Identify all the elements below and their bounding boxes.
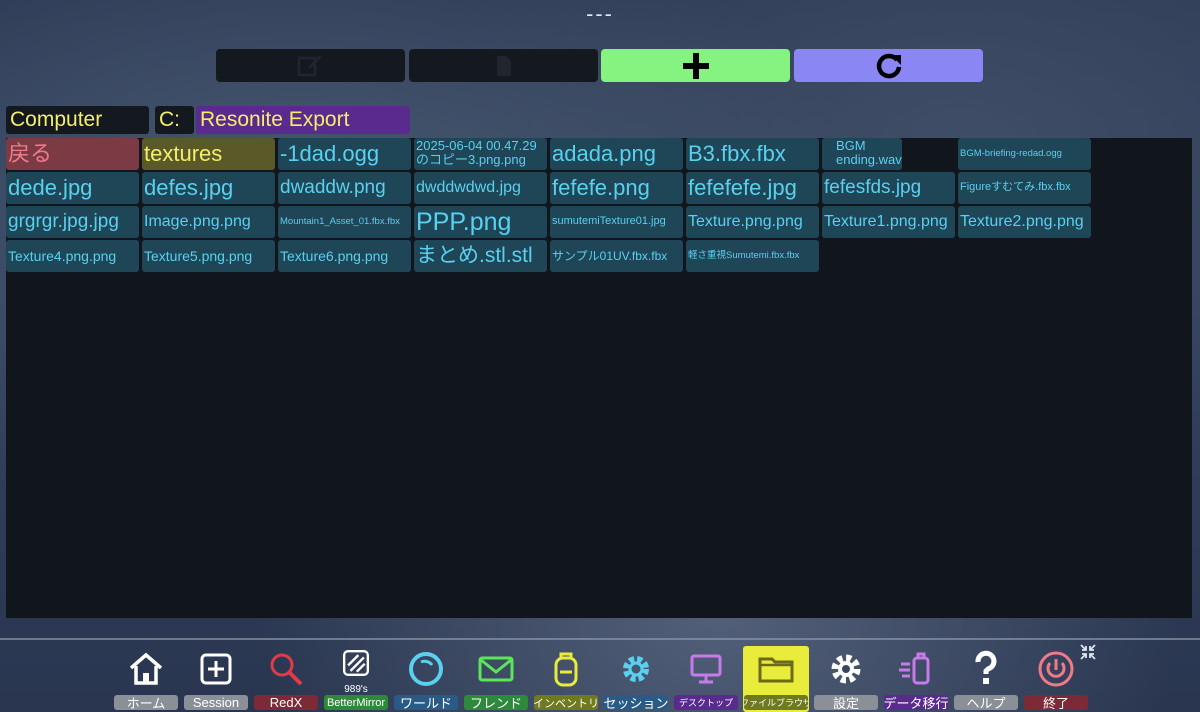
crumb-current-folder[interactable]: Resonite Export xyxy=(196,106,410,134)
dock-sessions-label: セッション xyxy=(604,695,668,710)
refresh-button[interactable] xyxy=(794,49,983,82)
dock-help[interactable]: ヘルプ xyxy=(953,646,1019,712)
transfer-icon xyxy=(899,652,930,685)
file-item[interactable]: Texture1.png.png xyxy=(822,206,955,238)
dock-help-label: ヘルプ xyxy=(954,695,1018,710)
dock-inventory-label: インベントリ xyxy=(534,695,598,710)
dock-session-label: Session xyxy=(184,695,248,710)
dock-friends-label: フレンド xyxy=(464,695,528,710)
dock-data-transfer[interactable]: データ移行 xyxy=(883,646,949,712)
gear-blue-icon xyxy=(623,656,649,682)
file-item[interactable]: fefefe.png xyxy=(550,172,683,204)
dock-home-label: ホーム xyxy=(114,695,178,710)
dock-settings-label: 設定 xyxy=(814,695,878,710)
dock-redx-label: RedX xyxy=(254,695,318,710)
magnifier-icon xyxy=(270,653,303,686)
folder-icon xyxy=(758,657,794,683)
file-item[interactable]: dwaddw.png xyxy=(278,172,411,204)
dock-session[interactable]: Session xyxy=(183,646,249,712)
mirror-icon xyxy=(342,649,370,677)
file-icon xyxy=(496,55,511,76)
crumb-computer[interactable]: Computer xyxy=(6,106,149,134)
file-item[interactable]: Figureすむてみ.fbx.fbx xyxy=(958,172,1091,204)
dock-world-label: ワールド xyxy=(394,695,458,710)
file-item[interactable]: adada.png xyxy=(550,138,683,170)
plus-icon xyxy=(682,52,709,79)
file-item[interactable]: B3.fbx.fbx xyxy=(686,138,819,170)
crumb-drive[interactable]: C: xyxy=(155,106,194,134)
file-grid: 戻る textures -1dad.ogg 2025-06-04 00.47.2… xyxy=(6,138,1091,272)
file-item[interactable]: Image.png.png xyxy=(142,206,275,238)
file-item[interactable]: defes.jpg xyxy=(142,172,275,204)
edit-icon xyxy=(297,54,322,76)
file-item[interactable]: grgrgr.jpg.jpg xyxy=(6,206,139,238)
file-button[interactable] xyxy=(409,49,598,82)
file-item[interactable]: 2025-06-04 00.47.29のコピー3.png.png xyxy=(414,138,547,170)
dock-file-browser-label: ファイルブラウザ xyxy=(744,695,808,710)
backpack-icon xyxy=(554,652,578,687)
dock-friends[interactable]: フレンド xyxy=(463,646,529,712)
file-browser-panel: 戻る textures -1dad.ogg 2025-06-04 00.47.2… xyxy=(6,138,1192,660)
refresh-icon xyxy=(876,53,901,78)
file-item[interactable]: BGM ending.wav xyxy=(822,138,902,170)
file-item[interactable]: Mountain1_Asset_01.fbx.fbx xyxy=(278,206,411,238)
home-icon xyxy=(129,652,163,685)
file-item[interactable]: Texture4.png.png xyxy=(6,240,139,272)
edit-button[interactable] xyxy=(216,49,405,82)
dock-settings[interactable]: 設定 xyxy=(813,646,879,712)
dock-data-transfer-label: データ移行 xyxy=(884,695,948,710)
file-item[interactable]: BGM-briefing-redad.ogg xyxy=(958,138,1091,170)
world-icon xyxy=(409,652,443,686)
dock-inventory[interactable]: インベントリ xyxy=(533,646,599,712)
file-item[interactable]: 軽さ重視Sumutemi.fbx.fbx xyxy=(686,240,819,272)
file-item[interactable]: -1dad.ogg xyxy=(278,138,411,170)
dock-bettermirror-sub: 989's xyxy=(344,684,368,695)
dock-exit[interactable]: 終了 xyxy=(1023,646,1089,712)
file-item[interactable]: PPP.png xyxy=(414,206,547,238)
power-icon xyxy=(1038,651,1074,687)
folder-item[interactable]: textures xyxy=(142,138,275,170)
dock-sessions[interactable]: セッション xyxy=(603,646,669,712)
file-item[interactable]: sumutemiTexture01.jpg xyxy=(550,206,683,238)
dock-bettermirror[interactable]: 989's BetterMirror xyxy=(323,646,389,712)
file-item[interactable]: まとめ.stl.stl xyxy=(414,240,547,272)
file-item[interactable]: サンプル01UV.fbx.fbx xyxy=(550,240,683,272)
dock-exit-label: 終了 xyxy=(1024,695,1088,710)
file-item[interactable]: fefefefe.jpg xyxy=(686,172,819,204)
back-button[interactable]: 戻る xyxy=(6,138,139,170)
file-item[interactable]: Texture.png.png xyxy=(686,206,819,238)
dock-world[interactable]: ワールド xyxy=(393,646,459,712)
question-icon xyxy=(975,650,997,684)
file-item[interactable]: Texture2.png.png xyxy=(958,206,1091,238)
dock-home[interactable]: ホーム xyxy=(113,646,179,712)
dock-redx[interactable]: RedX xyxy=(253,646,319,712)
window-title-mark: --- xyxy=(586,2,614,26)
dock-desktop-label: デスクトップ xyxy=(674,695,738,710)
add-button[interactable] xyxy=(601,49,790,82)
file-item[interactable]: dede.jpg xyxy=(6,172,139,204)
monitor-icon xyxy=(690,654,722,684)
file-item[interactable]: fefesfds.jpg xyxy=(822,172,955,204)
mail-icon xyxy=(478,656,514,682)
dock-file-browser[interactable]: ファイルブラウザ xyxy=(743,646,809,712)
gear-icon xyxy=(831,654,861,684)
dock-separator xyxy=(0,638,1200,640)
file-item[interactable]: dwddwdwd.jpg xyxy=(414,172,547,204)
dock-bettermirror-label: BetterMirror xyxy=(324,695,388,710)
plus-square-icon xyxy=(200,653,232,685)
dock-desktop[interactable]: デスクトップ xyxy=(673,646,739,712)
file-item[interactable]: Texture6.png.png xyxy=(278,240,411,272)
file-item[interactable]: Texture5.png.png xyxy=(142,240,275,272)
